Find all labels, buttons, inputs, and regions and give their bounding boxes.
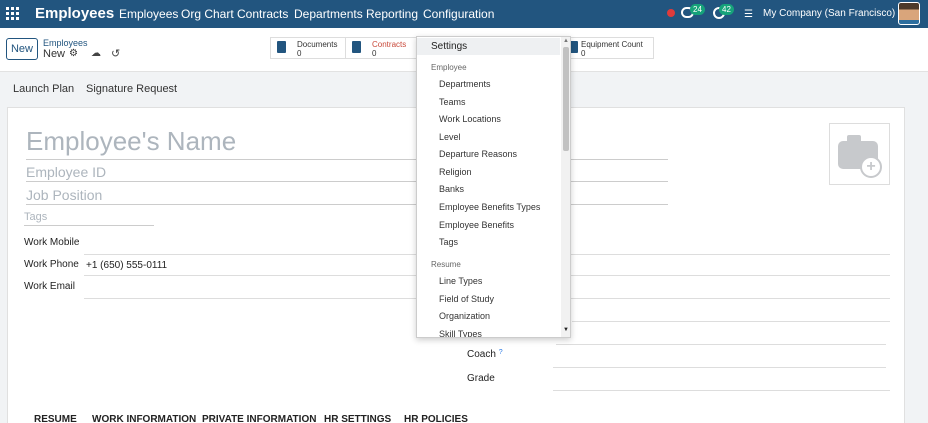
- form-tabs: RESUME WORK INFORMATION PRIVATE INFORMAT…: [34, 413, 494, 423]
- discard-icon[interactable]: ↺: [111, 47, 120, 60]
- tab-hr-settings[interactable]: HR SETTINGS: [324, 414, 391, 423]
- breadcrumb-parent[interactable]: Employees: [43, 38, 88, 48]
- menu-item-organization[interactable]: Organization: [439, 311, 490, 321]
- contracts-label: Contracts: [372, 40, 407, 49]
- dropdown-scrollbar-thumb[interactable]: [563, 47, 569, 151]
- company-switch-icon[interactable]: ☰: [744, 9, 753, 20]
- employee-name-input[interactable]: Employee's Name: [26, 126, 668, 160]
- employee-id-input[interactable]: Employee ID: [26, 164, 668, 182]
- job-position-input[interactable]: Job Position: [26, 187, 668, 205]
- equipment-label: Equipment Count: [581, 40, 643, 49]
- tags-input[interactable]: Tags: [24, 211, 154, 226]
- menu-item-religion[interactable]: Religion: [439, 167, 472, 177]
- menu-item-skill-types[interactable]: Skill Types: [439, 329, 482, 337]
- coach-label: Coach ?: [467, 349, 503, 360]
- menu-item-departure-reasons[interactable]: Departure Reasons: [439, 149, 517, 159]
- documents-count: 0: [297, 49, 302, 58]
- equipment-count: 0: [581, 49, 586, 58]
- tab-work-information[interactable]: WORK INFORMATION: [92, 414, 196, 423]
- field-underline[interactable]: [556, 344, 886, 345]
- tab-resume[interactable]: RESUME: [34, 414, 77, 423]
- messages-badge: 24: [690, 4, 705, 15]
- work-mobile-label: Work Mobile: [24, 237, 80, 248]
- work-email-label: Work Email: [24, 281, 75, 292]
- menu-item-work-locations[interactable]: Work Locations: [439, 114, 501, 124]
- status-dot-icon[interactable]: [667, 9, 675, 17]
- field-underline[interactable]: [572, 321, 890, 322]
- menu-item-settings[interactable]: Settings: [417, 38, 560, 55]
- save-cloud-icon[interactable]: ☁: [91, 48, 101, 59]
- menu-org-chart[interactable]: Org Chart: [181, 7, 234, 21]
- menu-configuration[interactable]: Configuration: [423, 7, 494, 21]
- resume-section-header: Resume: [431, 260, 461, 269]
- menu-reporting[interactable]: Reporting: [366, 7, 418, 21]
- app-title[interactable]: Employees: [35, 5, 114, 22]
- employee-section-header: Employee: [431, 63, 467, 72]
- breadcrumb-current: New: [43, 48, 66, 60]
- photo-upload[interactable]: +: [829, 123, 890, 185]
- contracts-count: 0: [372, 49, 377, 58]
- equipment-count-button[interactable]: Equipment Count 0: [565, 38, 654, 58]
- grade-label: Grade: [467, 373, 495, 384]
- coach-input[interactable]: [553, 367, 886, 368]
- menu-item-employee-benefits-types[interactable]: Employee Benefits Types: [439, 202, 540, 212]
- plus-icon: +: [860, 156, 882, 178]
- user-avatar[interactable]: [898, 2, 920, 25]
- menu-item-tags[interactable]: Tags: [439, 237, 458, 247]
- menu-item-departments[interactable]: Departments: [439, 79, 491, 89]
- company-switcher[interactable]: My Company (San Francisco): [763, 8, 895, 19]
- documents-button[interactable]: Documents 0: [271, 38, 345, 58]
- coach-label-text: Coach: [467, 349, 496, 360]
- menu-item-employee-benefits[interactable]: Employee Benefits: [439, 220, 514, 230]
- gear-icon[interactable]: ⚙: [69, 48, 78, 59]
- work-phone-label: Work Phone: [24, 259, 79, 270]
- coach-help-icon[interactable]: ?: [499, 349, 503, 356]
- launch-plan-button[interactable]: Launch Plan: [13, 83, 74, 95]
- menu-employees[interactable]: Employees: [119, 7, 178, 21]
- tab-hr-policies[interactable]: HR POLICIES: [404, 414, 468, 423]
- configuration-dropdown: Settings Employee Departments Teams Work…: [416, 36, 571, 338]
- menu-item-banks[interactable]: Banks: [439, 184, 464, 194]
- scroll-down-icon[interactable]: ▼: [563, 327, 569, 333]
- menu-departments[interactable]: Departments: [294, 7, 363, 21]
- new-button[interactable]: New: [6, 38, 38, 60]
- book-icon: [352, 41, 361, 53]
- contracts-button[interactable]: Contracts 0: [345, 38, 419, 58]
- activities-badge: 42: [719, 4, 734, 15]
- documents-label: Documents: [297, 40, 338, 49]
- menu-item-level[interactable]: Level: [439, 132, 461, 142]
- grade-input[interactable]: [553, 390, 890, 391]
- apps-menu-icon[interactable]: [6, 7, 19, 20]
- menu-item-field-of-study[interactable]: Field of Study: [439, 294, 494, 304]
- menu-item-line-types[interactable]: Line Types: [439, 276, 482, 286]
- scroll-up-icon[interactable]: ▲: [563, 38, 569, 44]
- work-phone-input[interactable]: +1 (650) 555-0111: [86, 260, 167, 271]
- signature-request-button[interactable]: Signature Request: [86, 83, 177, 95]
- menu-contracts[interactable]: Contracts: [237, 7, 288, 21]
- tab-private-information[interactable]: PRIVATE INFORMATION: [202, 414, 316, 423]
- menu-item-teams[interactable]: Teams: [439, 97, 466, 107]
- top-navbar: Employees Employees Org Chart Contracts …: [0, 0, 928, 28]
- document-icon: [277, 41, 286, 53]
